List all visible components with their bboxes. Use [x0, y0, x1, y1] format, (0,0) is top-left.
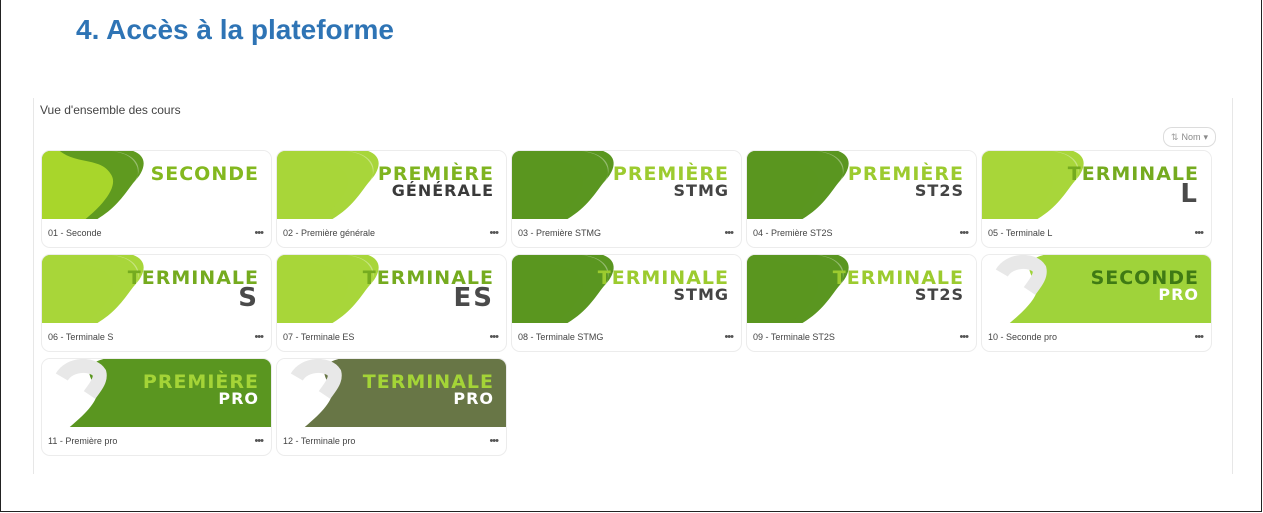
- course-overview-panel: Vue d'ensemble des cours ⇅ Nom ▾ SECONDE…: [33, 98, 1233, 474]
- course-banner-image[interactable]: PREMIÈRE STMG: [512, 151, 741, 219]
- course-card[interactable]: PREMIÈRE PRO 11 - Première pro •••: [41, 358, 272, 456]
- course-card[interactable]: TERMINALE PRO 12 - Terminale pro •••: [276, 358, 507, 456]
- course-card[interactable]: TERMINALE STMG 08 - Terminale STMG •••: [511, 254, 742, 352]
- more-options-icon[interactable]: •••: [1194, 227, 1204, 239]
- more-options-icon[interactable]: •••: [959, 331, 969, 343]
- course-card[interactable]: PREMIÈRE ST2S 04 - Première ST2S •••: [746, 150, 977, 248]
- course-card-footer: 10 - Seconde pro •••: [982, 323, 1211, 351]
- banner-subtitle: PRO: [453, 389, 494, 408]
- banner-shape: [42, 255, 144, 323]
- sort-icon: ⇅: [1170, 131, 1179, 142]
- course-card-footer: 01 - Seconde •••: [42, 219, 271, 247]
- banner-subtitle: PRO: [218, 389, 259, 408]
- course-card[interactable]: SECONDE 01 - Seconde •••: [41, 150, 272, 248]
- banner-subtitle: STMG: [673, 285, 729, 304]
- course-name-link[interactable]: 12 - Terminale pro: [283, 436, 355, 446]
- course-card[interactable]: PREMIÈRE GÉNÉRALE 02 - Première générale ••…: [276, 150, 507, 248]
- banner-subtitle: ES: [453, 283, 494, 313]
- course-name-link[interactable]: 04 - Première ST2S: [753, 228, 833, 238]
- banner-title: TERMINALE: [1067, 163, 1199, 185]
- banner-shape: [982, 151, 1084, 219]
- section-heading: 4. Accès à la plateforme: [76, 14, 395, 45]
- course-banner-image[interactable]: TERMINALE PRO: [277, 359, 506, 427]
- course-card-footer: 11 - Première pro •••: [42, 427, 271, 455]
- course-banner-image[interactable]: TERMINALE ES: [277, 255, 506, 323]
- course-card[interactable]: TERMINALE ST2S 09 - Terminale ST2S •••: [746, 254, 977, 352]
- course-banner-image[interactable]: TERMINALE S: [42, 255, 271, 323]
- chevron-down-icon: ▾: [1203, 131, 1208, 142]
- banner-subtitle: STMG: [673, 181, 729, 200]
- course-card-footer: 03 - Première STMG •••: [512, 219, 741, 247]
- course-card-footer: 12 - Terminale pro •••: [277, 427, 506, 455]
- course-card-footer: 08 - Terminale STMG •••: [512, 323, 741, 351]
- banner-subtitle: ST2S: [914, 285, 964, 304]
- course-card-footer: 09 - Terminale ST2S •••: [747, 323, 976, 351]
- course-card[interactable]: PREMIÈRE STMG 03 - Première STMG •••: [511, 150, 742, 248]
- course-card[interactable]: TERMINALE S 06 - Terminale S •••: [41, 254, 272, 352]
- more-options-icon[interactable]: •••: [489, 227, 499, 239]
- course-banner-image[interactable]: PREMIÈRE GÉNÉRALE: [277, 151, 506, 219]
- course-name-link[interactable]: 09 - Terminale ST2S: [753, 332, 835, 342]
- course-card-footer: 06 - Terminale S •••: [42, 323, 271, 351]
- banner-subtitle: L: [1180, 179, 1199, 209]
- more-options-icon[interactable]: •••: [959, 227, 969, 239]
- course-name-link[interactable]: 06 - Terminale S: [48, 332, 113, 342]
- more-options-icon[interactable]: •••: [489, 331, 499, 343]
- course-card-footer: 04 - Première ST2S •••: [747, 219, 976, 247]
- banner-shape: [42, 151, 144, 219]
- sort-button[interactable]: ⇅ Nom ▾: [1162, 127, 1216, 147]
- course-card-footer: 07 - Terminale ES •••: [277, 323, 506, 351]
- course-name-link[interactable]: 01 - Seconde: [48, 228, 102, 238]
- more-options-icon[interactable]: •••: [254, 227, 264, 239]
- course-card-footer: 02 - Première générale •••: [277, 219, 506, 247]
- course-banner-image[interactable]: PREMIÈRE ST2S: [747, 151, 976, 219]
- course-card[interactable]: TERMINALE ES 07 - Terminale ES •••: [276, 254, 507, 352]
- course-name-link[interactable]: 07 - Terminale ES: [283, 332, 354, 342]
- course-name-link[interactable]: 08 - Terminale STMG: [518, 332, 603, 342]
- course-name-link[interactable]: 03 - Première STMG: [518, 228, 601, 238]
- more-options-icon[interactable]: •••: [489, 435, 499, 447]
- course-banner-image[interactable]: SECONDE: [42, 151, 271, 219]
- course-banner-image[interactable]: TERMINALE STMG: [512, 255, 741, 323]
- panel-title: Vue d'ensemble des cours: [40, 103, 181, 117]
- banner-subtitle: S: [238, 283, 259, 313]
- course-name-link[interactable]: 11 - Première pro: [48, 436, 117, 446]
- more-options-icon[interactable]: •••: [254, 331, 264, 343]
- course-banner-image[interactable]: TERMINALE ST2S: [747, 255, 976, 323]
- course-name-link[interactable]: 10 - Seconde pro: [988, 332, 1057, 342]
- course-banner-image[interactable]: SECONDE PRO: [982, 255, 1211, 323]
- banner-subtitle: PRO: [1158, 285, 1199, 304]
- course-card-footer: 05 - Terminale L •••: [982, 219, 1211, 247]
- banner-subtitle: GÉNÉRALE: [391, 181, 494, 200]
- more-options-icon[interactable]: •••: [724, 227, 734, 239]
- course-grid: SECONDE 01 - Seconde ••• PREMIÈRE GÉNÉRALE 02…: [41, 150, 1212, 456]
- banner-subtitle: ST2S: [914, 181, 964, 200]
- course-card[interactable]: TERMINALE L 05 - Terminale L •••: [981, 150, 1212, 248]
- more-options-icon[interactable]: •••: [254, 435, 264, 447]
- course-card[interactable]: SECONDE PRO 10 - Seconde pro •••: [981, 254, 1212, 352]
- course-name-link[interactable]: 02 - Première générale: [283, 228, 375, 238]
- more-options-icon[interactable]: •••: [724, 331, 734, 343]
- sort-label: Nom: [1181, 132, 1201, 142]
- course-banner-image[interactable]: TERMINALE L: [982, 151, 1211, 219]
- course-banner-image[interactable]: PREMIÈRE PRO: [42, 359, 271, 427]
- banner-title: SECONDE: [150, 163, 259, 185]
- course-name-link[interactable]: 05 - Terminale L: [988, 228, 1052, 238]
- more-options-icon[interactable]: •••: [1194, 331, 1204, 343]
